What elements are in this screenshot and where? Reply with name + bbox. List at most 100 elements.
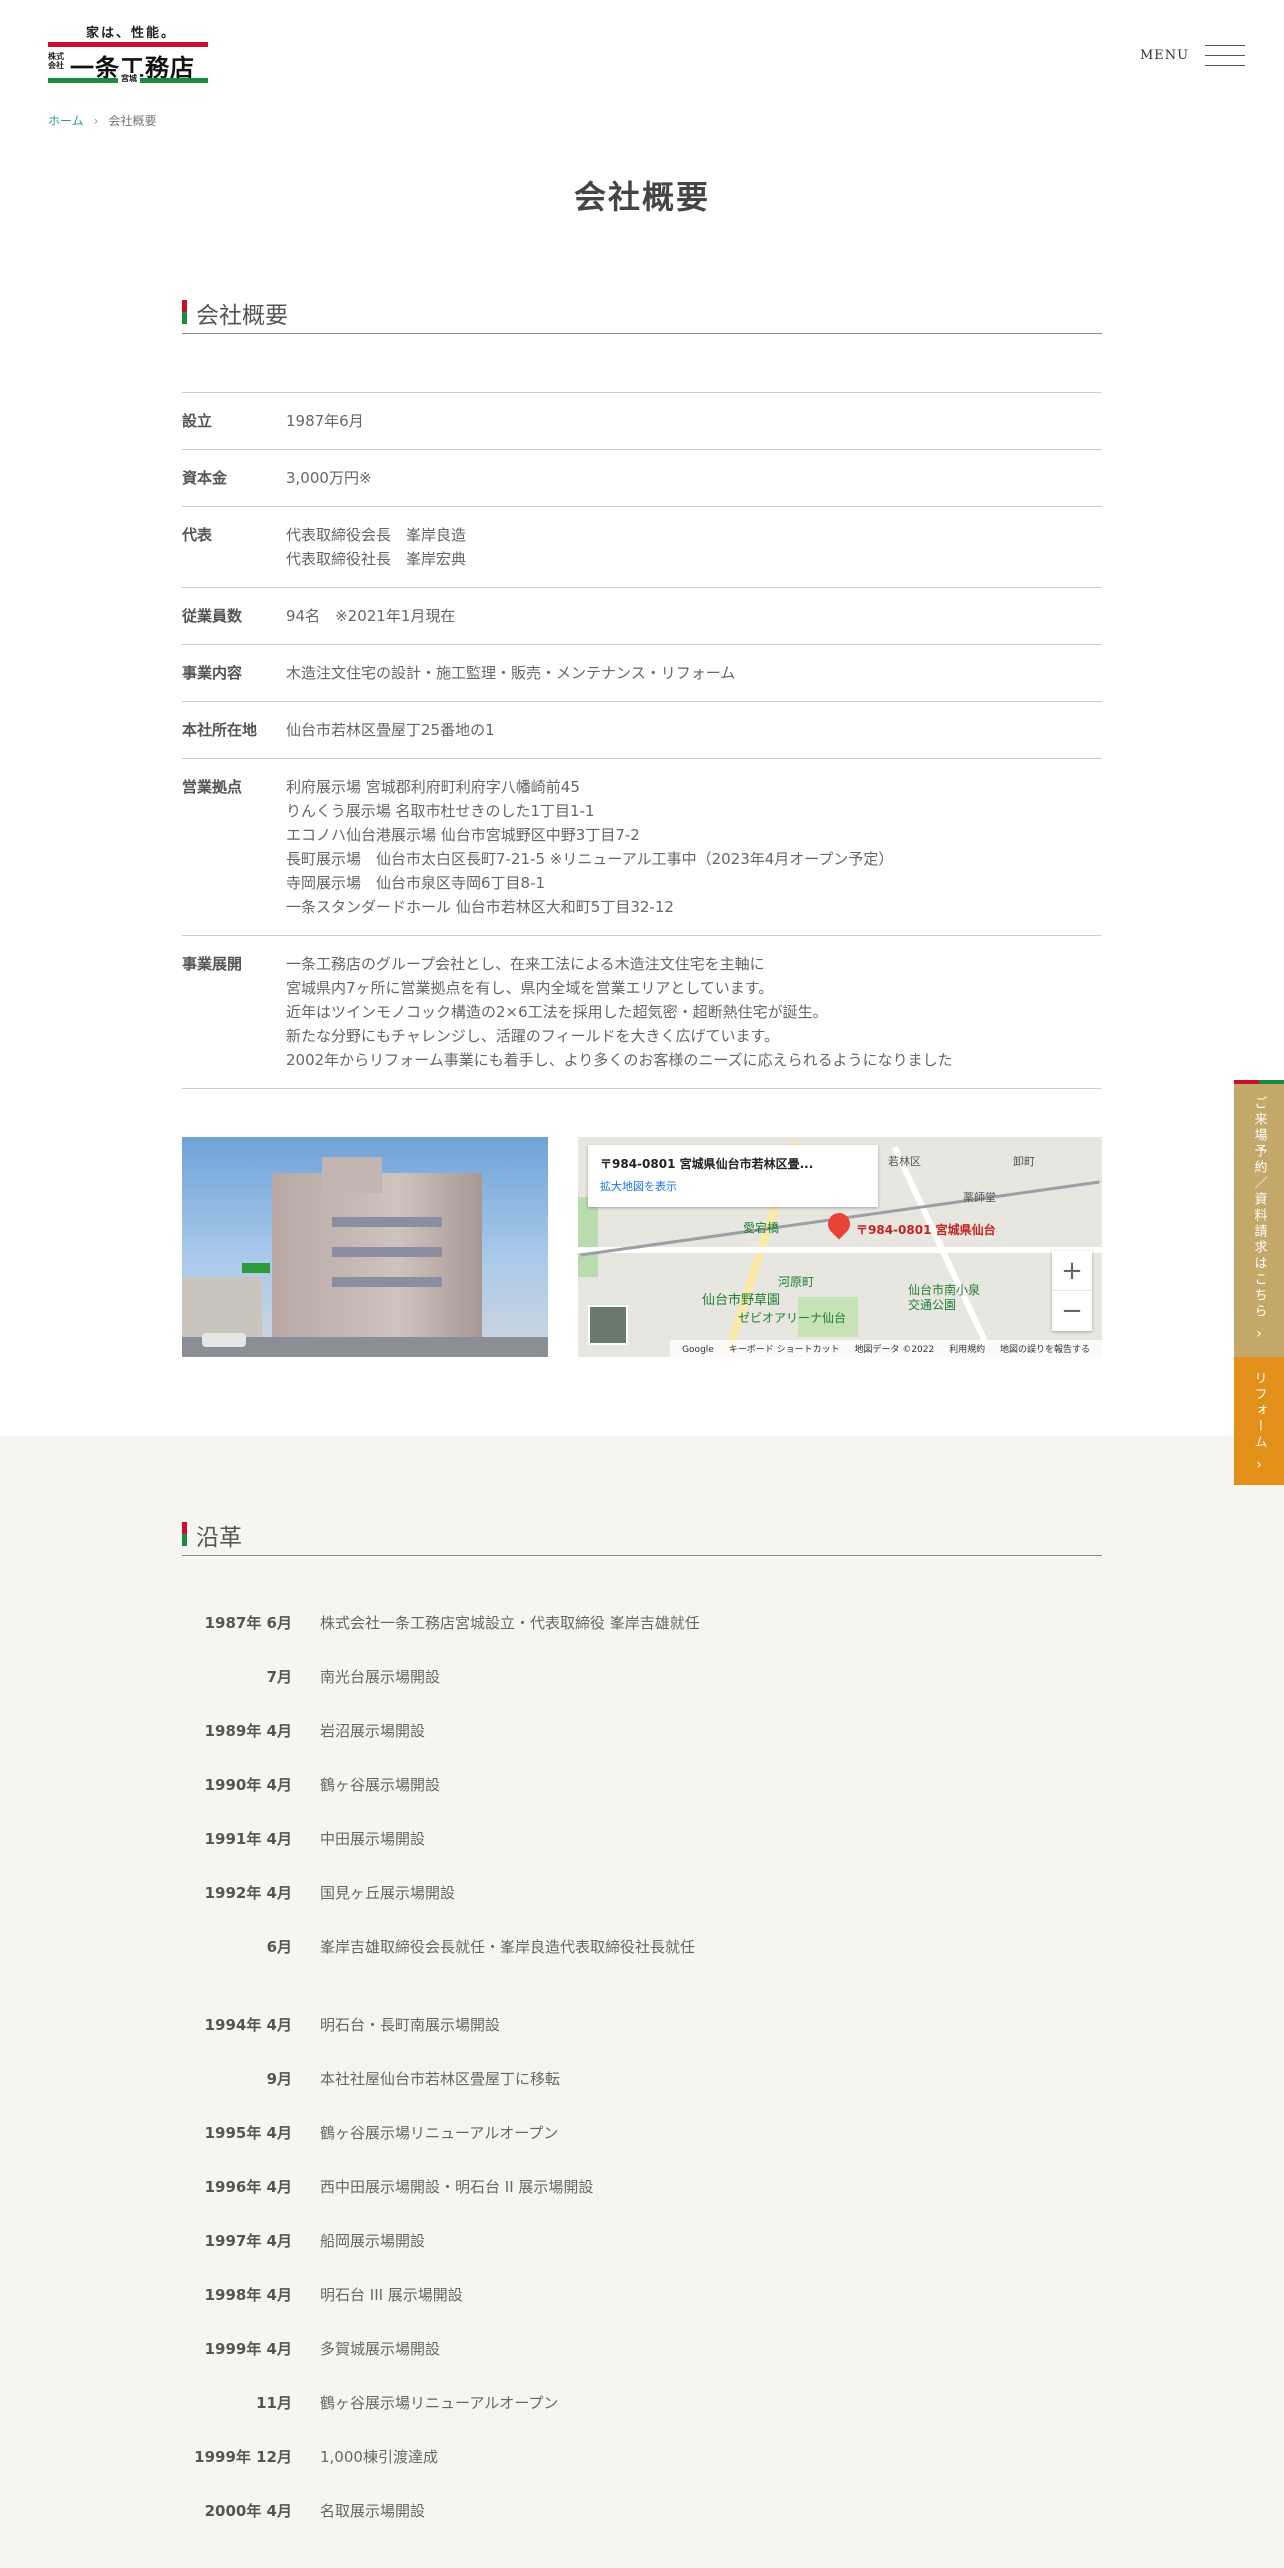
list-item: 6月 峯岸吉雄取締役会長就任・峯岸良造代表取締役社長就任 [182, 1935, 1102, 1989]
list-item: 1989年 4月 岩沼展示場開設 [182, 1719, 1102, 1773]
map-place-label: 愛宕橋 [743, 1221, 780, 1235]
photo-window [332, 1217, 442, 1227]
list-item: 1999年 12月 1,000棟引渡達成 [182, 2445, 1102, 2499]
map-attribution: Google キーボード ショートカット 地図データ ©2022 利用規約 地図… [670, 1340, 1102, 1357]
photo-building [272, 1173, 482, 1343]
list-item: 11月 鶴ヶ谷展示場リニューアルオープン [182, 2391, 1102, 2445]
history-date: 1999年 4月 [204, 2340, 292, 2358]
table-row: 資本金 3,000万円※ [182, 450, 1102, 507]
map-keyboard-shortcuts[interactable]: キーボード ショートカット [729, 1345, 840, 1355]
list-item: 1994年 4月 明石台・長町南展示場開設 [182, 2013, 1102, 2067]
reform-button[interactable]: リフォーム › [1234, 1357, 1284, 1485]
map-place-label: ゼビオアリーナ仙台 [738, 1311, 847, 1325]
row-label: 代表 [182, 526, 213, 544]
row-label: 本社所在地 [182, 721, 258, 739]
logo-tagline: 家は、性能。 [86, 26, 177, 41]
table-row: 本社所在地 仙台市若林区畳屋丁25番地の1 [182, 702, 1102, 759]
history-date: 11月 [256, 2394, 292, 2412]
history-date: 9月 [266, 2070, 292, 2088]
menu-button[interactable]: MENU [1140, 40, 1246, 70]
history-event: 明石台 III 展示場開設 [320, 2286, 463, 2304]
google-map[interactable]: 愛宕橋 河原町 仙台市野草園 仙台市南小泉交通公園 ゼビオアリーナ仙台 若林区 … [578, 1137, 1102, 1357]
row-label: 資本金 [182, 469, 228, 487]
chevron-right-icon: › [93, 113, 99, 128]
map-place-label: 若林区 [888, 1155, 921, 1168]
table-row: 事業内容 木造注文住宅の設計・施工監理・販売・メンテナンス・リフォーム [182, 645, 1102, 702]
list-item: 1992年 4月 国見ヶ丘展示場開設 [182, 1881, 1102, 1935]
history-date: 2000年 4月 [204, 2502, 292, 2520]
photo-window [332, 1247, 442, 1257]
history-event: 株式会社一条工務店宮城設立・代表取締役 峯岸吉雄就任 [320, 1614, 700, 1632]
history-event: 中田展示場開設 [320, 1830, 426, 1848]
history-event: 明石台・長町南展示場開設 [320, 2016, 501, 2034]
menu-label: MENU [1140, 47, 1190, 63]
map-report-error-link[interactable]: 地図の誤りを報告する [1000, 1345, 1090, 1355]
zoom-in-button[interactable]: + [1052, 1251, 1092, 1291]
breadcrumb-home-link[interactable]: ホーム [48, 112, 84, 129]
reform-label: リフォーム [1251, 1371, 1267, 1451]
heading-mark [182, 300, 187, 324]
zoom-out-button[interactable]: − [1052, 1291, 1092, 1331]
list-item: 2000年 4月 名取展示場開設 [182, 2499, 1102, 2553]
history-event: 多賀城展示場開設 [320, 2340, 441, 2358]
row-value: 一条工務店のグループ会社とし、在来工法による木造注文住宅を主軸に 宮城県内7ヶ所… [286, 955, 953, 1069]
breadcrumb-current: 会社概要 [108, 114, 157, 128]
row-label: 従業員数 [182, 607, 243, 625]
history-heading-text: 沿革 [196, 1525, 242, 1551]
history-event: 南光台展示場開設 [320, 1668, 441, 1686]
map-data-credit: 地図データ ©2022 [854, 1345, 935, 1355]
history-date: 1991年 4月 [204, 1830, 292, 1848]
list-item: 1997年 4月 船岡展示場開設 [182, 2229, 1102, 2283]
table-row: 事業展開 一条工務店のグループ会社とし、在来工法による木造注文住宅を主軸に 宮城県… [182, 936, 1102, 1089]
history-list: 1987年 6月 株式会社一条工務店宮城設立・代表取締役 峯岸吉雄就任 7月 南光台… [182, 1611, 1102, 2553]
chevron-right-icon: › [1256, 1457, 1262, 1473]
row-value: 1987年6月 [286, 412, 364, 430]
photo-building-top [322, 1157, 382, 1193]
list-item: 1991年 4月 中田展示場開設 [182, 1827, 1102, 1881]
history-date: 1990年 4月 [204, 1776, 292, 1794]
photo-car [202, 1333, 246, 1347]
history-date: 1995年 4月 [204, 2124, 292, 2142]
history-date: 6月 [266, 1938, 292, 1956]
map-place-label: 河原町 [778, 1275, 815, 1289]
history-event: 船岡展示場開設 [320, 2232, 426, 2250]
map-enlarge-link[interactable]: 拡大地図を表示 [600, 1178, 866, 1194]
history-section-heading: 沿革 [182, 1512, 1102, 1556]
list-item: 1990年 4月 鶴ヶ谷展示場開設 [182, 1773, 1102, 1827]
map-satellite-toggle[interactable] [588, 1305, 628, 1345]
page-title: 会社概要 [573, 178, 710, 216]
logo-red-bar [48, 42, 208, 47]
table-row: 従業員数 94名 ※2021年1月現在 [182, 588, 1102, 645]
map-pin-icon[interactable] [823, 1208, 855, 1240]
table-row: 設立 1987年6月 [182, 393, 1102, 450]
history-event: 峯岸吉雄取締役会長就任・峯岸良造代表取締役社長就任 [320, 1938, 696, 1956]
row-label: 事業展開 [182, 955, 243, 973]
map-zoom-control: + − [1052, 1251, 1092, 1331]
chevron-right-icon: › [1256, 1326, 1262, 1342]
map-info-card: 〒984-0801 宮城県仙台市若林区畳... 拡大地図を表示 [588, 1145, 878, 1207]
history-event: 本社社屋仙台市若林区畳屋丁に移転 [320, 2070, 561, 2088]
history-event: 鶴ヶ谷展示場リニューアルオープン [320, 2124, 559, 2142]
logo-branch: 宮城 [118, 73, 140, 84]
row-label: 営業拠点 [182, 778, 243, 796]
history-date: 1989年 4月 [204, 1722, 292, 1740]
side-cta: ご来場予約／資料請求はこちら › リフォーム › [1234, 1080, 1284, 1485]
map-info-address: 〒984-0801 宮城県仙台市若林区畳... [600, 1157, 814, 1171]
hamburger-icon [1205, 42, 1246, 68]
history-event: 西中田展示場開設・明石台 II 展示場開設 [320, 2178, 594, 2196]
history-event: 名取展示場開設 [320, 2502, 426, 2520]
map-park [578, 1197, 598, 1277]
company-logo[interactable]: 家は、性能。 株式会社 一条工務店 宮城 [48, 22, 210, 88]
map-pin-label: 〒984-0801 宮城県仙台 [856, 1223, 996, 1237]
map-terms-link[interactable]: 利用規約 [949, 1345, 985, 1355]
row-value: 仙台市若林区畳屋丁25番地の1 [286, 721, 495, 739]
photo-house [182, 1277, 262, 1337]
history-event: 国見ヶ丘展示場開設 [320, 1884, 456, 1902]
row-label: 設立 [182, 412, 213, 430]
company-heading-text: 会社概要 [196, 303, 288, 329]
history-date: 1997年 4月 [204, 2232, 292, 2250]
list-item: 1996年 4月 西中田展示場開設・明石台 II 展示場開設 [182, 2175, 1102, 2229]
visit-request-button[interactable]: ご来場予約／資料請求はこちら › [1234, 1084, 1284, 1357]
map-road [578, 1247, 1102, 1253]
breadcrumb: ホーム › 会社概要 [48, 112, 156, 129]
